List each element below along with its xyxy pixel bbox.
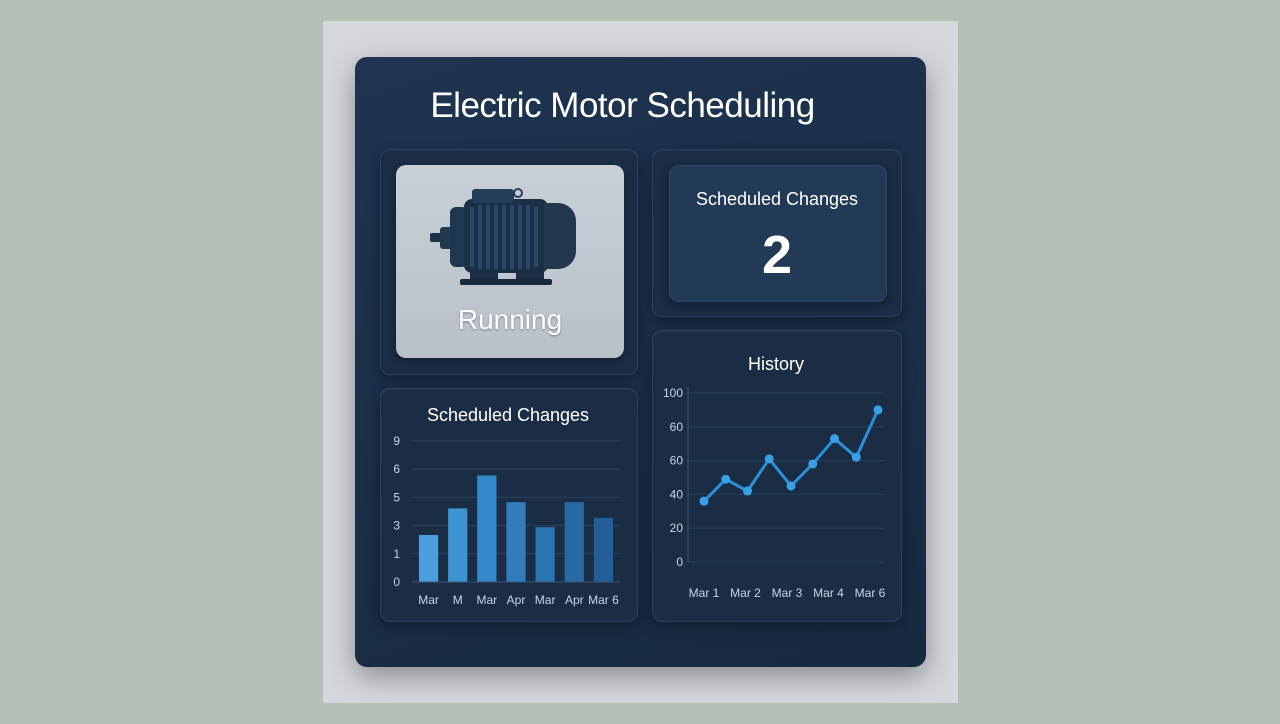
bar-chart-bar [477, 475, 497, 582]
line-chart-point [873, 405, 883, 415]
bar-chart-y-tick: 5 [393, 490, 400, 504]
line-chart-y-tick: 100 [663, 386, 683, 400]
bar-chart-y-tick: 0 [393, 575, 400, 589]
motor-status-label: Running [457, 304, 563, 335]
line-chart-y-tick: 20 [670, 521, 684, 535]
bar-chart: 0 1 3 5 6 9 Mar M Mar Apr Mar Apr Mar 6 [393, 434, 620, 607]
line-chart-x-tick: Mar 6 [855, 586, 886, 600]
bar-chart-y-tick: 3 [393, 519, 400, 533]
line-chart-x-tick: Mar 4 [813, 586, 844, 600]
bar-chart-x-tick: Mar 6 [588, 593, 619, 607]
line-chart-x-tick: Mar 2 [730, 586, 761, 600]
scheduled-changes-value: 2 [761, 225, 793, 285]
bar-chart-x-tick: Mar [477, 593, 498, 607]
line-chart-y-tick: 60 [670, 454, 684, 468]
scheduled-changes-label: Scheduled Changes [695, 189, 859, 209]
line-chart-point [830, 434, 839, 444]
bar-chart-x-tick: Mar [418, 593, 439, 607]
line-chart-point [786, 481, 796, 491]
bar-chart-bar [564, 502, 584, 582]
bar-chart-bar [506, 502, 526, 582]
line-chart-point [699, 496, 709, 506]
bar-chart-bar [593, 517, 614, 582]
bar-chart-y-tick: 6 [393, 462, 400, 476]
bar-chart-bar [448, 508, 468, 582]
bar-chart-y-tick: 9 [393, 434, 400, 448]
bar-chart-y-tick: 1 [393, 547, 400, 561]
bar-chart-x-tick: M [453, 593, 463, 607]
line-chart-y-tick: 40 [670, 487, 684, 501]
line-chart-point [808, 459, 818, 469]
line-chart-point [764, 454, 774, 464]
line-chart-y-tick: 60 [670, 420, 684, 434]
bar-chart-bar [418, 535, 439, 582]
line-chart-y-tick: 0 [676, 555, 683, 569]
line-chart-point [851, 452, 861, 462]
bar-chart-bar [535, 527, 555, 582]
bar-chart-x-tick: Apr [565, 593, 584, 607]
line-chart-x-tick: Mar 1 [689, 586, 720, 600]
line-chart-x-tick: Mar 3 [772, 586, 803, 600]
line-chart-point [743, 486, 752, 496]
line-chart: 0 20 40 60 60 100 Mar 1 Mar 2 Mar 3 Mar 4 Mar 6 [663, 386, 886, 600]
page-title: Electric Motor Scheduling [430, 86, 815, 125]
bar-chart-x-tick: Mar [535, 593, 556, 607]
line-chart-point [721, 474, 731, 484]
bar-chart-x-tick: Apr [507, 593, 526, 607]
electric-motor-icon [430, 188, 576, 285]
